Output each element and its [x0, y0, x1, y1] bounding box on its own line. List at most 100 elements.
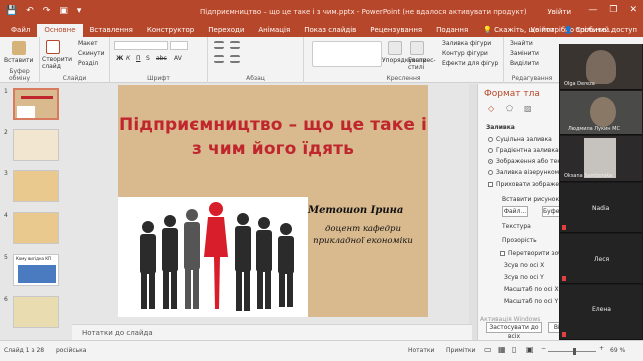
- tab-home[interactable]: Основне: [37, 24, 83, 37]
- checkbox-box[interactable]: [488, 182, 493, 187]
- shadow-button[interactable]: S: [146, 55, 150, 62]
- shapes-gallery[interactable]: [312, 41, 382, 67]
- tab-design[interactable]: Конструктор: [140, 24, 201, 37]
- shape-outline-button[interactable]: Контур фігури: [442, 50, 488, 57]
- bold-button[interactable]: Ж: [116, 55, 123, 62]
- fill-section-header[interactable]: Заливка: [486, 124, 515, 131]
- present-icon[interactable]: ▣: [59, 6, 68, 16]
- shape-effects-button[interactable]: Ефекти для фігур: [442, 60, 498, 67]
- redo-icon[interactable]: ↷: [43, 6, 51, 16]
- font-name-select[interactable]: [114, 41, 168, 50]
- close-button[interactable]: ✕: [629, 5, 637, 15]
- zoom-slider[interactable]: [548, 351, 596, 352]
- char-spacing-button[interactable]: AV: [174, 55, 182, 62]
- slide-sorter-icon[interactable]: ▦: [498, 345, 506, 354]
- thumb-people: [17, 106, 35, 118]
- current-slide[interactable]: Підприємництво – що це таке і з чим його…: [118, 85, 428, 317]
- minimize-button[interactable]: —: [588, 5, 597, 15]
- shape-fill-button[interactable]: Заливка фігури: [442, 40, 491, 47]
- arrange-icon[interactable]: [388, 41, 402, 55]
- business-people-image[interactable]: [118, 197, 308, 317]
- thumb-slide5-table: [18, 265, 56, 283]
- undo-icon[interactable]: ↶: [26, 6, 34, 16]
- tab-review[interactable]: Рецензування: [363, 24, 429, 37]
- align-center-icon[interactable]: [230, 55, 240, 63]
- sign-in-link[interactable]: Увійти: [547, 8, 571, 16]
- select-button[interactable]: Виділити: [510, 60, 539, 67]
- powerpoint-window: { "window": { "title": "Підприємництво –…: [0, 0, 643, 361]
- thumbnail-slide-4[interactable]: [13, 212, 59, 244]
- quick-styles-icon[interactable]: [410, 41, 424, 55]
- customize-qat-icon[interactable]: ▾: [77, 6, 82, 16]
- fill-tab-icon[interactable]: ◇: [488, 104, 494, 113]
- zoom-level[interactable]: 69 %: [610, 347, 625, 354]
- restore-button[interactable]: ❐: [609, 5, 617, 15]
- reset-button[interactable]: Скинути: [78, 50, 105, 57]
- layout-button[interactable]: Макет: [78, 40, 98, 47]
- comments-button[interactable]: Примітки: [446, 347, 475, 354]
- strikethrough-button[interactable]: abc: [156, 55, 167, 62]
- tab-insert[interactable]: Вставлення: [83, 24, 140, 37]
- paste-button[interactable]: Вставити: [4, 57, 33, 64]
- quick-styles-button[interactable]: Експрес-стилі: [408, 57, 438, 71]
- save-icon[interactable]: 💾: [6, 6, 17, 16]
- zoom-in-icon[interactable]: +: [599, 345, 604, 352]
- thumb-number: 6: [4, 296, 8, 303]
- fill-option-solid[interactable]: Суцільна заливка: [488, 136, 552, 143]
- font-size-select[interactable]: [170, 41, 188, 50]
- paste-icon[interactable]: [12, 41, 26, 55]
- slide-scrollbar[interactable]: [469, 84, 477, 340]
- participant-tile[interactable]: Nadia: [560, 183, 642, 233]
- slide-title[interactable]: Підприємництво – що це таке і з чим його…: [118, 113, 428, 161]
- radio-pattern[interactable]: [488, 170, 493, 175]
- tab-transitions[interactable]: Переходи: [201, 24, 251, 37]
- notes-button[interactable]: Нотатки: [408, 347, 434, 354]
- thumbnail-slide-3[interactable]: [13, 170, 59, 202]
- author-role[interactable]: доцент кафедри прикладної економіки: [308, 223, 418, 247]
- italic-button[interactable]: К: [126, 55, 130, 62]
- fill-option-gradient[interactable]: Градієнтна заливка: [488, 147, 559, 154]
- replace-button[interactable]: Замінити: [510, 50, 539, 57]
- participant-tile[interactable]: Елена: [560, 285, 642, 340]
- participant-tile[interactable]: Людмила Лукин МС: [560, 91, 642, 135]
- author-name[interactable]: Метошоп Ірина: [308, 205, 403, 216]
- thumbnail-slide-2[interactable]: [13, 129, 59, 161]
- bullets-icon[interactable]: [214, 41, 224, 49]
- apply-to-all-button[interactable]: Застосувати до всіх: [486, 322, 542, 340]
- tab-file[interactable]: Файл: [4, 24, 37, 37]
- tab-slideshow[interactable]: Показ слайдів: [297, 24, 363, 37]
- notes-area[interactable]: Нотатки до слайда: [72, 324, 472, 340]
- slideshow-icon[interactable]: ▣: [526, 345, 534, 354]
- find-button[interactable]: Знайти: [510, 40, 533, 47]
- share-button[interactable]: 👤 Спільний доступ: [564, 24, 637, 37]
- numbering-icon[interactable]: [230, 41, 240, 49]
- thumbnail-slide-1[interactable]: [13, 88, 59, 120]
- tab-view[interactable]: Подання: [429, 24, 475, 37]
- zoom-out-icon[interactable]: −: [541, 345, 546, 352]
- radio-solid[interactable]: [488, 137, 493, 142]
- reading-view-icon[interactable]: ▯: [512, 345, 516, 354]
- new-slide-icon[interactable]: [46, 40, 60, 54]
- section-button[interactable]: Розділ: [78, 60, 98, 67]
- radio-picture[interactable]: [488, 159, 493, 164]
- picture-tab-icon[interactable]: ▨: [524, 104, 532, 113]
- sign-in-tab-link[interactable]: Увійти: [531, 24, 555, 37]
- thumbnail-slide-5[interactable]: Кому вигідна КП: [13, 254, 59, 286]
- file-button[interactable]: Файл...: [502, 206, 528, 217]
- new-slide-button[interactable]: Створити слайд: [42, 56, 76, 70]
- align-left-icon[interactable]: [214, 55, 224, 63]
- normal-view-icon[interactable]: ▭: [484, 345, 492, 354]
- participant-tile[interactable]: Леся: [560, 234, 642, 284]
- effects-tab-icon[interactable]: ⬠: [506, 104, 513, 113]
- clipboard-button[interactable]: Буфер: [542, 206, 563, 217]
- tab-animations[interactable]: Анімація: [251, 24, 297, 37]
- participant-tile[interactable]: Olga Dereza: [560, 44, 642, 90]
- radio-gradient[interactable]: [488, 148, 493, 153]
- underline-button[interactable]: П: [136, 55, 141, 62]
- fill-option-pattern[interactable]: Заливка візерунком: [488, 169, 559, 176]
- thumbnail-slide-6[interactable]: [13, 296, 59, 328]
- language-indicator[interactable]: російська: [56, 347, 86, 354]
- checkbox-box[interactable]: [500, 251, 505, 256]
- zoom-slider-knob[interactable]: [573, 348, 577, 355]
- participant-tile[interactable]: Oksana Samborska: [560, 136, 642, 182]
